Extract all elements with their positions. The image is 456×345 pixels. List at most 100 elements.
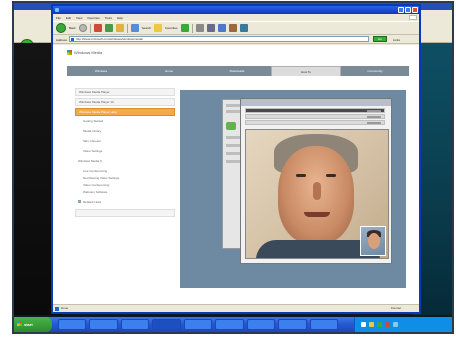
messenger-icon[interactable]: [239, 24, 248, 32]
back-arrow-icon[interactable]: [56, 23, 66, 33]
tray-alert-icon[interactable]: [385, 322, 390, 327]
edit-icon[interactable]: [217, 24, 226, 32]
video-window-titlebar: [241, 99, 391, 106]
taskbar-button[interactable]: [89, 319, 118, 330]
panel-line: [226, 110, 240, 113]
close-button[interactable]: [412, 7, 418, 13]
taskbar-button[interactable]: [58, 319, 87, 330]
window-controls: [398, 7, 418, 13]
taskbar-button[interactable]: [309, 319, 338, 330]
menu-edit[interactable]: Edit: [66, 16, 71, 20]
sidebar-subitem[interactable]: Video Settings: [75, 148, 175, 154]
address-bar: Address http://www.microsoft.com/windows…: [53, 35, 419, 44]
menu-bar: File Edit View Favorites Tools Help: [53, 14, 419, 21]
status-bar: Done Internet: [53, 304, 419, 312]
video-contact-row: [245, 114, 385, 119]
ie-icon: [55, 8, 59, 12]
taskbar-button[interactable]: [120, 319, 150, 330]
sidebar-subitem[interactable]: Media Library: [75, 128, 175, 134]
panel-line: [226, 104, 240, 107]
panel-line: [226, 160, 240, 163]
taskbar-button[interactable]: [183, 319, 213, 330]
panel-green-icon: [226, 122, 236, 130]
window-titlebar[interactable]: [53, 6, 419, 14]
favorites-label[interactable]: Favorites: [165, 26, 177, 30]
menu-tools[interactable]: Tools: [105, 16, 112, 20]
home-icon[interactable]: [115, 24, 124, 32]
search-label[interactable]: Search: [142, 26, 152, 30]
sidebar-detail-item[interactable]: Live Conferencing: [75, 168, 175, 174]
status-text: Done: [61, 306, 69, 310]
sidebar-item[interactable]: Windows Media Player: [75, 88, 175, 96]
nav-tab-downloads[interactable]: Downloads: [203, 66, 271, 76]
self-view-thumbnail: [360, 226, 386, 256]
toolbar-separator: [126, 23, 128, 33]
history-icon[interactable]: [180, 24, 189, 32]
mail-icon[interactable]: [195, 24, 204, 32]
nav-tab-community[interactable]: Community: [341, 66, 409, 76]
go-button[interactable]: Go: [373, 36, 387, 42]
tray-security-icon[interactable]: [377, 322, 382, 327]
discuss-icon[interactable]: [228, 24, 237, 32]
video-feed: [245, 129, 389, 259]
brand-logo[interactable]: Windows Media: [67, 50, 102, 55]
tray-volume-icon[interactable]: [369, 322, 374, 327]
sidebar-subitem[interactable]: Getting Started: [75, 118, 175, 124]
taskbar: start: [14, 317, 452, 332]
system-tray: [354, 317, 452, 332]
person-nose: [313, 182, 321, 200]
sidebar-item-active[interactable]: Windows Media Player Help: [75, 108, 175, 116]
video-contact-list: [245, 108, 385, 126]
sidebar-detail-item[interactable]: Net Meeting Video Settings: [75, 175, 175, 181]
page-header: Windows Media: [53, 45, 419, 63]
sidebar-detail-item[interactable]: Webcam Software: [75, 189, 175, 195]
self-view-face: [368, 233, 380, 249]
nav-tab-windows[interactable]: Windows: [67, 66, 135, 76]
back-label[interactable]: Back: [69, 26, 76, 30]
search-icon[interactable]: [130, 24, 139, 32]
tray-network-icon[interactable]: [361, 322, 366, 327]
product-screenshot: [180, 90, 406, 288]
sidebar-search-input[interactable]: [75, 209, 175, 217]
panel-line: [226, 136, 240, 139]
video-contact-row: [245, 120, 385, 125]
forward-arrow-icon[interactable]: [78, 24, 87, 32]
address-label: Address: [56, 38, 68, 42]
minimize-button[interactable]: [398, 7, 404, 13]
panel-line: [226, 152, 240, 155]
menu-help[interactable]: Help: [117, 16, 123, 20]
sidebar-subitem[interactable]: Windows Media 9: [75, 158, 175, 164]
panel-line: [226, 144, 240, 147]
favorites-icon[interactable]: [154, 24, 163, 32]
menu-file[interactable]: File: [56, 16, 61, 20]
tray-messenger-icon[interactable]: [393, 322, 398, 327]
sidebar-footer-item[interactable]: Related Links: [75, 199, 175, 205]
sidebar-subitem[interactable]: Skin Chooser: [75, 138, 175, 144]
page-content: Windows Media Windows Home Downloads How…: [53, 45, 419, 304]
taskbar-button[interactable]: [215, 319, 244, 330]
video-contact-row: [245, 108, 385, 113]
taskbar-button[interactable]: [278, 319, 307, 330]
toolbar-separator: [89, 23, 91, 33]
nav-tab-home[interactable]: Home: [135, 66, 203, 76]
video-call-window: [240, 98, 392, 264]
menu-view[interactable]: View: [76, 16, 82, 20]
sidebar-item[interactable]: Windows Media Player 10: [75, 98, 175, 106]
person-eye: [326, 174, 336, 177]
links-label[interactable]: Links: [393, 38, 400, 42]
nav-tab-how-to[interactable]: How To: [271, 66, 341, 76]
sidebar: Windows Media Player Windows Media Playe…: [75, 88, 175, 288]
start-button[interactable]: start: [14, 317, 52, 332]
menu-favorites[interactable]: Favorites: [87, 16, 99, 20]
refresh-icon[interactable]: [104, 24, 113, 32]
stop-icon[interactable]: [93, 24, 102, 32]
taskbar-button-active[interactable]: [152, 319, 181, 330]
print-icon[interactable]: [206, 24, 215, 32]
address-input[interactable]: http://www.microsoft.com/windows/windows…: [69, 36, 369, 42]
standard-toolbar: Back Search Favorites: [53, 21, 419, 35]
windows-logo-icon: [409, 15, 417, 20]
toolbar-separator: [191, 23, 193, 33]
maximize-button[interactable]: [405, 7, 411, 13]
taskbar-button[interactable]: [246, 319, 276, 330]
sidebar-detail-item[interactable]: Video Conferencing: [75, 182, 175, 188]
